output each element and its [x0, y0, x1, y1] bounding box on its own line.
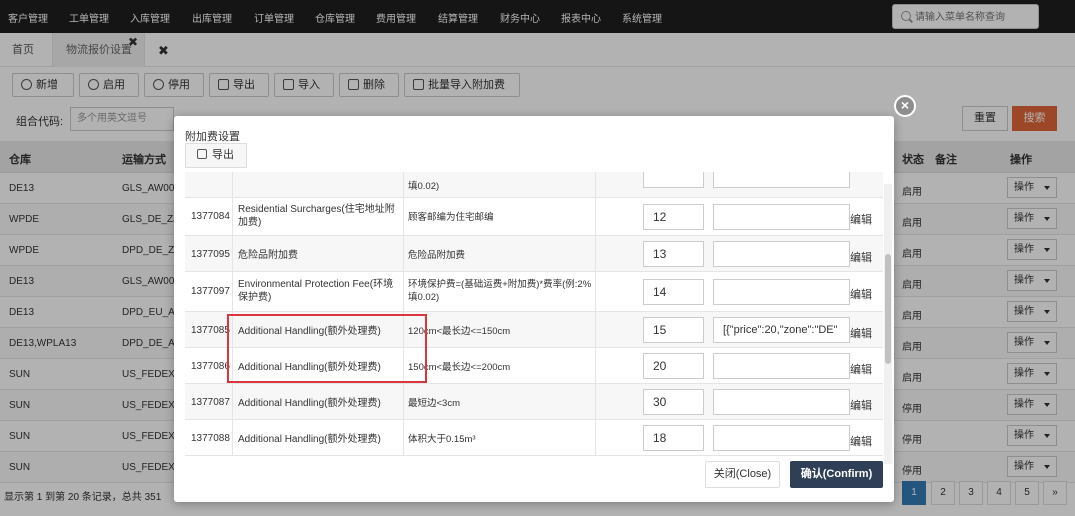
modal-title: 附加费设置	[185, 131, 240, 143]
close-button[interactable]: 关闭(Close)	[705, 461, 780, 488]
edit-link[interactable]: 编辑	[850, 433, 872, 449]
confirm-button[interactable]: 确认(Confirm)	[790, 461, 883, 488]
table-row[interactable]: 1377097 Environmental Protection Fee(环境保…	[185, 272, 883, 312]
export-icon	[197, 149, 207, 159]
surcharge-value-input[interactable]	[643, 172, 704, 188]
zone-price-input[interactable]	[713, 241, 850, 267]
zone-price-input[interactable]	[713, 353, 850, 379]
surcharge-value-input[interactable]: 20	[643, 353, 704, 379]
zone-price-input[interactable]	[713, 204, 850, 230]
edit-link[interactable]: 编辑	[850, 249, 872, 265]
edit-link[interactable]: 编辑	[850, 361, 872, 377]
surcharge-value-input[interactable]: 15	[643, 317, 704, 343]
table-row[interactable]: 1377084 Residential Surcharges(住宅地址附加费) …	[185, 198, 883, 236]
zone-price-input[interactable]: [{"price":20,"zone":"DE"	[713, 317, 850, 343]
edit-link[interactable]: 编辑	[850, 325, 872, 341]
zone-price-input[interactable]	[713, 389, 850, 415]
surcharge-value-input[interactable]: 18	[643, 425, 704, 451]
zone-price-input[interactable]	[713, 425, 850, 451]
zone-price-input[interactable]	[713, 279, 850, 305]
modal-close-icon[interactable]: ×	[894, 95, 916, 117]
edit-link[interactable]: 编辑	[850, 211, 872, 227]
zone-price-input[interactable]	[713, 172, 850, 188]
table-row[interactable]: 1377088 Additional Handling(额外处理费) 体积大于0…	[185, 420, 883, 456]
highlight-box	[227, 314, 427, 383]
surcharge-value-input[interactable]: 14	[643, 279, 704, 305]
modal-scrollbar[interactable]	[884, 184, 892, 464]
edit-link[interactable]: 编辑	[850, 286, 872, 302]
edit-link[interactable]: 编辑	[850, 397, 872, 413]
surcharge-settings-modal: 附加费设置 导出 填0.02) 1377084 Residential Surc…	[174, 116, 894, 502]
surcharge-value-input[interactable]: 12	[643, 204, 704, 230]
modal-export-button[interactable]: 导出	[185, 143, 247, 168]
table-row[interactable]: 1377087 Additional Handling(额外处理费) 最短边<3…	[185, 384, 883, 420]
table-row[interactable]: 填0.02)	[185, 172, 883, 198]
table-row[interactable]: 1377095 危险品附加费 危险品附加费 13 编辑	[185, 236, 883, 272]
surcharge-value-input[interactable]: 13	[643, 241, 704, 267]
surcharge-value-input[interactable]: 30	[643, 389, 704, 415]
scrollbar-thumb[interactable]	[885, 254, 891, 364]
